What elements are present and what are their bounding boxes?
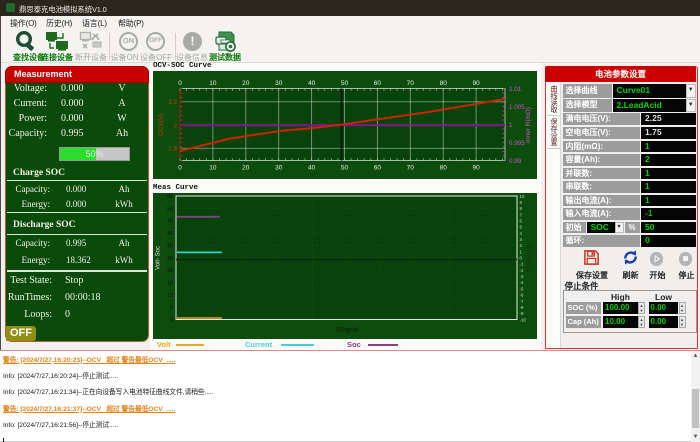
svg-text:-9: -9 [520, 311, 524, 316]
svg-text:30: 30 [275, 165, 283, 172]
svg-text:50: 50 [341, 80, 349, 87]
svg-text:0: 0 [178, 80, 182, 87]
svg-text:40: 40 [308, 165, 316, 172]
svg-text:30: 30 [167, 256, 173, 262]
svg-text:-2: -2 [520, 268, 524, 273]
svg-text:6: 6 [170, 305, 173, 311]
svg-text:24: 24 [167, 268, 173, 274]
svg-text:-7: -7 [520, 299, 524, 304]
svg-text:-3: -3 [520, 274, 524, 279]
svg-text:1S/grid: 1S/grid [336, 327, 358, 334]
svg-text:70: 70 [407, 80, 415, 87]
svg-text:Current(A): Current(A) [527, 244, 533, 272]
svg-text:20: 20 [242, 165, 250, 172]
svg-text:-6: -6 [520, 293, 524, 298]
svg-text:10: 10 [209, 165, 217, 172]
svg-text:0.995: 0.995 [509, 140, 525, 147]
svg-text:36: 36 [167, 243, 173, 249]
svg-text:Inner R(mΩ): Inner R(mΩ) [525, 107, 532, 143]
svg-text:80: 80 [440, 80, 448, 87]
svg-text:1.8: 1.8 [168, 146, 177, 153]
svg-text:2.2: 2.2 [168, 99, 177, 106]
svg-text:-5: -5 [520, 286, 524, 291]
svg-text:20: 20 [242, 80, 250, 87]
svg-text:40: 40 [308, 80, 316, 87]
svg-text:12: 12 [167, 293, 173, 299]
svg-text:60: 60 [374, 80, 382, 87]
svg-text:90: 90 [472, 165, 480, 172]
svg-text:10: 10 [520, 194, 525, 199]
svg-text:1.01: 1.01 [509, 86, 522, 93]
svg-text:50: 50 [341, 165, 349, 172]
svg-text:90: 90 [472, 80, 480, 87]
svg-text:OCV(V): OCV(V) [158, 114, 165, 137]
svg-text:48: 48 [167, 219, 173, 225]
svg-text:-8: -8 [520, 305, 524, 310]
svg-text:70: 70 [407, 165, 415, 172]
svg-text:80: 80 [440, 165, 448, 172]
svg-text:Volt- Soc: Volt- Soc [156, 246, 162, 270]
svg-text:42: 42 [167, 231, 173, 237]
svg-text:60: 60 [374, 165, 382, 172]
svg-text:-10: -10 [520, 317, 527, 322]
svg-text:2: 2 [173, 123, 177, 130]
svg-text:-1: -1 [520, 262, 524, 267]
svg-text:-4: -4 [520, 280, 524, 285]
svg-text:0: 0 [170, 318, 173, 324]
svg-text:1.005: 1.005 [509, 104, 525, 111]
svg-text:0: 0 [178, 165, 182, 172]
svg-text:0.99: 0.99 [509, 158, 522, 165]
svg-text:30: 30 [275, 80, 283, 87]
svg-text:54: 54 [167, 206, 173, 212]
svg-text:1: 1 [509, 122, 513, 129]
svg-text:60: 60 [167, 194, 173, 200]
svg-text:18: 18 [167, 281, 173, 287]
svg-text:10: 10 [209, 80, 217, 87]
